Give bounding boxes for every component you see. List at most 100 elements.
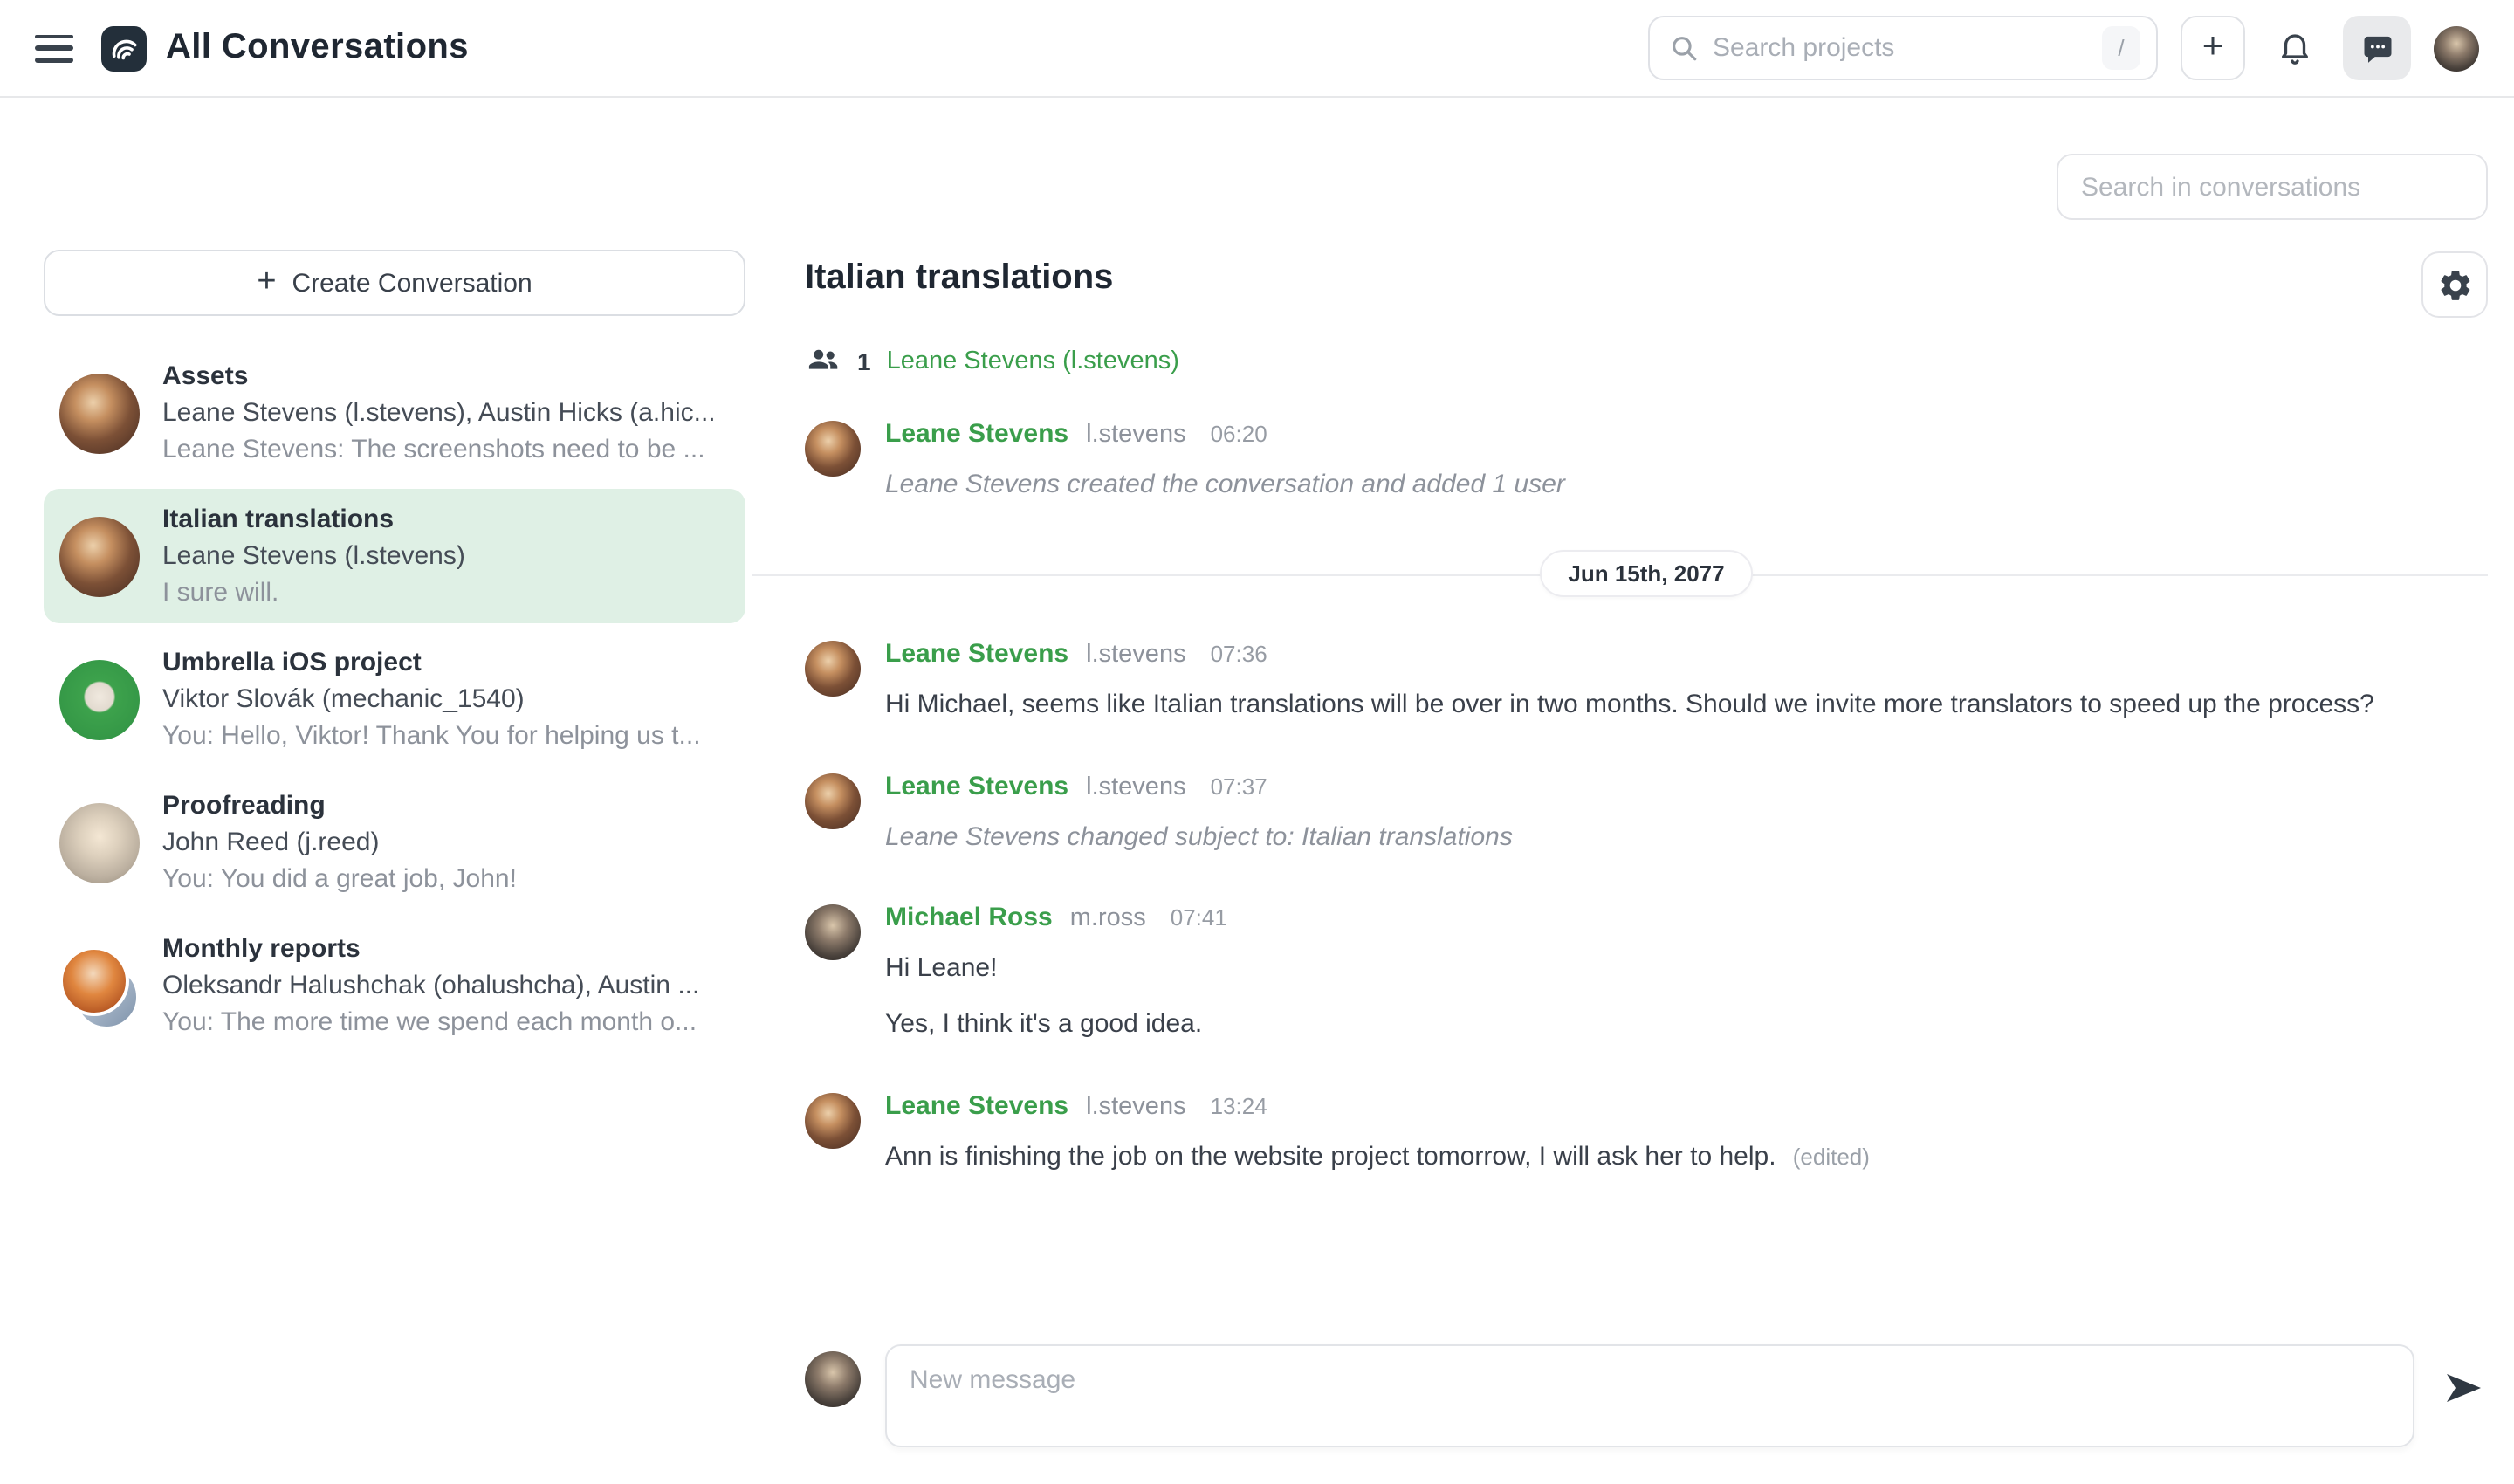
conversation-item-preview: You: You did a great job, John! [162, 861, 730, 897]
message-header: Michael Rossm.ross07:41 [885, 903, 2488, 933]
message-username: l.stevens [1086, 773, 1185, 800]
message-author-avatar [805, 1093, 861, 1149]
conversation-item-title: Assets [162, 358, 730, 395]
conversation-texts: Monthly reportsOleksandr Halushchak (oha… [162, 931, 730, 1041]
message-composer [805, 1344, 2488, 1447]
edited-badge: (edited) [1787, 1144, 1870, 1170]
search-projects-input[interactable] [1713, 33, 2088, 63]
people-icon [805, 342, 841, 379]
keyboard-shortcut-badge: / [2102, 26, 2140, 70]
message: Leane Stevens l.stevens 07:36 Hi Michael, s… [805, 639, 2488, 725]
message-author-avatar [805, 421, 861, 477]
conversation-item-title: Proofreading [162, 787, 730, 824]
chat-bubble-icon [2359, 31, 2394, 65]
message-author-avatar [805, 905, 861, 961]
message-header: Leane Stevens l.stevens 13:24 [885, 1091, 2488, 1121]
message-author-link[interactable]: Leane Stevens [885, 639, 1068, 669]
user-avatar[interactable] [2434, 25, 2479, 71]
notifications-button[interactable] [2268, 16, 2320, 80]
message-timestamp: 07:37 [1211, 773, 1267, 799]
new-message-input[interactable] [885, 1344, 2414, 1447]
conversations-button-active[interactable] [2343, 16, 2411, 80]
bell-icon [2276, 30, 2312, 66]
message-text: Hi Leane! [885, 951, 2488, 989]
conversation-item-members: Oleksandr Halushchak (ohalushcha), Austi… [162, 967, 730, 1004]
conversation-texts: AssetsLeane Stevens (l.stevens), Austin … [162, 358, 730, 468]
conversation-list-item[interactable]: Italian translationsLeane Stevens (l.ste… [44, 489, 745, 623]
message-header: Leane Stevensl.stevens06:20 [885, 419, 2488, 449]
logo-swirl-icon [108, 32, 140, 64]
send-icon [2442, 1367, 2484, 1409]
app-logo[interactable] [101, 25, 147, 71]
message: Leane Stevens l.stevens 13:24 Ann is finish… [805, 1091, 2488, 1177]
system-message-text: Leane Stevens changed subject to: Italia… [885, 818, 2488, 856]
plus-icon: + [2202, 28, 2224, 65]
message-author-link[interactable]: Leane Stevens [885, 419, 1068, 449]
message-header: Leane Stevens l.stevens 07:36 [885, 639, 2488, 669]
conversation-item-preview: You: The more time we spend each month o… [162, 1004, 730, 1041]
page-title: All Conversations [166, 28, 469, 68]
message-timestamp: 13:24 [1211, 1093, 1267, 1119]
message-main: Leane Stevens l.stevens 13:24 Ann is finish… [885, 1091, 2488, 1177]
message-text: Yes, I think it's a good idea. [885, 1006, 2488, 1044]
participants-count: 1 [857, 347, 871, 374]
message-text: Ann is finishing the job on the website … [885, 1138, 2488, 1177]
conversation-title: Italian translations [805, 258, 1113, 299]
conversation-item-title: Umbrella iOS project [162, 644, 730, 681]
date-divider-label: Jun 15th, 2077 [1540, 551, 1752, 598]
conversation-list: AssetsLeane Stevens (l.stevens), Austin … [44, 346, 745, 1053]
message-timeline: Leane Stevensl.stevens06:20Leane Stevens… [805, 419, 2488, 1223]
search-in-conversations-input[interactable] [2057, 154, 2488, 220]
message-author-avatar [805, 773, 861, 828]
conversation-item-preview: You: Hello, Viktor! Thank You for helpin… [162, 718, 730, 754]
conversation-item-preview: I sure will. [162, 574, 730, 611]
search-icon [1669, 33, 1699, 63]
chat-header: Italian translations [805, 251, 2488, 318]
avatar [59, 945, 129, 1015]
send-message-button[interactable] [2439, 1367, 2488, 1414]
message-author-avatar [805, 641, 861, 697]
conversation-list-item[interactable]: Umbrella iOS projectViktor Slovák (mecha… [44, 632, 745, 766]
conversation-avatar [59, 659, 140, 739]
message-main: Leane Stevensl.stevens07:37Leane Stevens… [885, 771, 2488, 856]
composer-user-avatar [805, 1351, 861, 1407]
conversation-list-item[interactable]: ProofreadingJohn Reed (j.reed)You: You d… [44, 775, 745, 910]
conversation-item-members: Leane Stevens (l.stevens), Austin Hicks … [162, 395, 730, 431]
conversation-settings-button[interactable] [2421, 251, 2488, 318]
conversation-texts: Italian translationsLeane Stevens (l.ste… [162, 501, 730, 611]
create-conversation-label: Create Conversation [292, 268, 532, 298]
top-bar-actions: / + [1648, 16, 2479, 80]
hamburger-menu-icon[interactable] [35, 34, 73, 62]
conversation-avatar [59, 373, 140, 453]
conversation-texts: ProofreadingJohn Reed (j.reed)You: You d… [162, 787, 730, 897]
message-timestamp: 06:20 [1211, 421, 1267, 447]
conversation-avatar [59, 802, 140, 883]
screen: All Conversations / + [0, 0, 2514, 1484]
date-divider: Jun 15th, 2077 [805, 552, 2488, 597]
message-author-link[interactable]: Leane Stevens [885, 1091, 1068, 1121]
system-message-text: Leane Stevens created the conversation a… [885, 466, 2488, 505]
participants-names-link[interactable]: Leane Stevens (l.stevens) [887, 347, 1179, 374]
message: Leane Stevensl.stevens07:37Leane Stevens… [805, 771, 2488, 856]
add-button[interactable]: + [2181, 16, 2245, 80]
plus-icon: + [257, 265, 276, 298]
message-timestamp: 07:36 [1211, 641, 1267, 667]
conversation-avatar-stack [59, 945, 140, 1026]
message-author-link[interactable]: Michael Ross [885, 903, 1053, 933]
conversation-item-title: Monthly reports [162, 931, 730, 967]
conversation-item-preview: Leane Stevens: The screenshots need to b… [162, 431, 730, 468]
message-header: Leane Stevens l.stevens 07:37 [885, 771, 2488, 800]
message-username: l.stevens [1086, 1093, 1185, 1121]
conversation-texts: Umbrella iOS projectViktor Slovák (mecha… [162, 644, 730, 754]
message-main: Michael Rossm.ross07:41 Hi Leane! Yes, I t… [885, 903, 2488, 1044]
create-conversation-button[interactable]: + Create Conversation [44, 250, 745, 316]
conversation-list-item[interactable]: AssetsLeane Stevens (l.stevens), Austin … [44, 346, 745, 480]
message-username: l.stevens [1086, 641, 1185, 669]
conversation-list-item[interactable]: Monthly reportsOleksandr Halushchak (oha… [44, 918, 745, 1053]
gear-icon [2436, 266, 2473, 303]
conversation-avatar [59, 516, 140, 596]
message-author-link[interactable]: Leane Stevens [885, 771, 1068, 800]
conversation-item-members: John Reed (j.reed) [162, 824, 730, 861]
message-text: Hi Michael, seems like Italian translati… [885, 686, 2488, 725]
message-timestamp: 07:41 [1171, 905, 1227, 931]
